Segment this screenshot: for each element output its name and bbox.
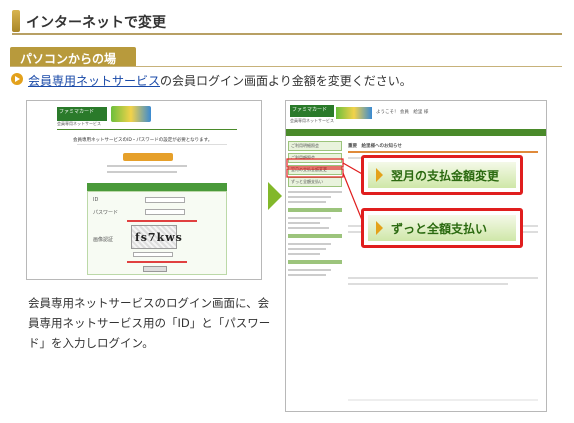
notice-rule xyxy=(77,144,227,145)
captcha-image: fs7kws xyxy=(131,225,182,249)
logo-subtitle: 会員専用ネットサービス xyxy=(57,121,101,126)
bullet-arrow-icon xyxy=(11,73,23,85)
orange-arrow-icon xyxy=(376,168,383,182)
id-label: ID xyxy=(93,197,99,203)
id-input[interactable] xyxy=(145,197,185,203)
captcha-input[interactable] xyxy=(133,252,173,257)
password-label: パスワード xyxy=(93,210,119,216)
captcha-label: 画像認証 xyxy=(93,237,114,243)
login-form-header xyxy=(87,183,227,191)
member-service-link[interactable]: 会員専用ネットサービス xyxy=(28,74,160,88)
callout-connectors xyxy=(286,158,365,226)
section-tab-pc: パソコンからの場合 xyxy=(10,47,136,83)
header-accent-bar xyxy=(12,10,20,32)
login-caption: 会員専用ネットサービスのログイン画面に、会員専用ネットサービス用の「ID」と「パ… xyxy=(28,296,271,350)
link-line-2 xyxy=(107,171,177,173)
callout-full-payment[interactable]: ずっと全額支払い xyxy=(361,208,523,248)
famima-logo: ファミマカード xyxy=(57,107,107,121)
orange-arrow-icon xyxy=(376,221,383,235)
password-input[interactable] xyxy=(145,209,185,215)
logo-divider xyxy=(57,129,237,130)
id-setup-button[interactable] xyxy=(123,153,173,161)
section-divider xyxy=(10,66,562,67)
callout-next-month[interactable]: 翌月の支払金額変更 xyxy=(361,155,523,195)
card-images xyxy=(111,106,151,122)
callout-full-payment-label: ずっと全額支払い xyxy=(391,221,488,236)
login-button[interactable] xyxy=(143,266,167,272)
captcha-note xyxy=(127,261,187,263)
page-title: インターネットで変更 xyxy=(26,15,166,31)
captcha-warning xyxy=(127,220,197,222)
intro-rest: の会員ログイン画面より金額を変更ください。 xyxy=(160,74,412,88)
login-screenshot: ファミマカード 会員専用ネットサービス 会員専用ネットサービスのID・パスワード… xyxy=(26,100,262,280)
member-page-screenshot: ファミマカード 会員専用ネットサービス ようこそ！ 会員 絵里 様 ご利用明細照… xyxy=(285,100,547,412)
callout-next-month-label: 翌月の支払金額変更 xyxy=(391,168,500,183)
next-step-arrow-icon xyxy=(268,182,282,210)
login-notice: 会員専用ネットサービスのID・パスワードの設定が必要となります。 xyxy=(73,138,213,143)
link-line-1 xyxy=(107,165,187,167)
header-divider xyxy=(12,33,562,35)
intro-text: 会員専用ネットサービスの会員ログイン画面より金額を変更ください。 xyxy=(28,72,412,89)
